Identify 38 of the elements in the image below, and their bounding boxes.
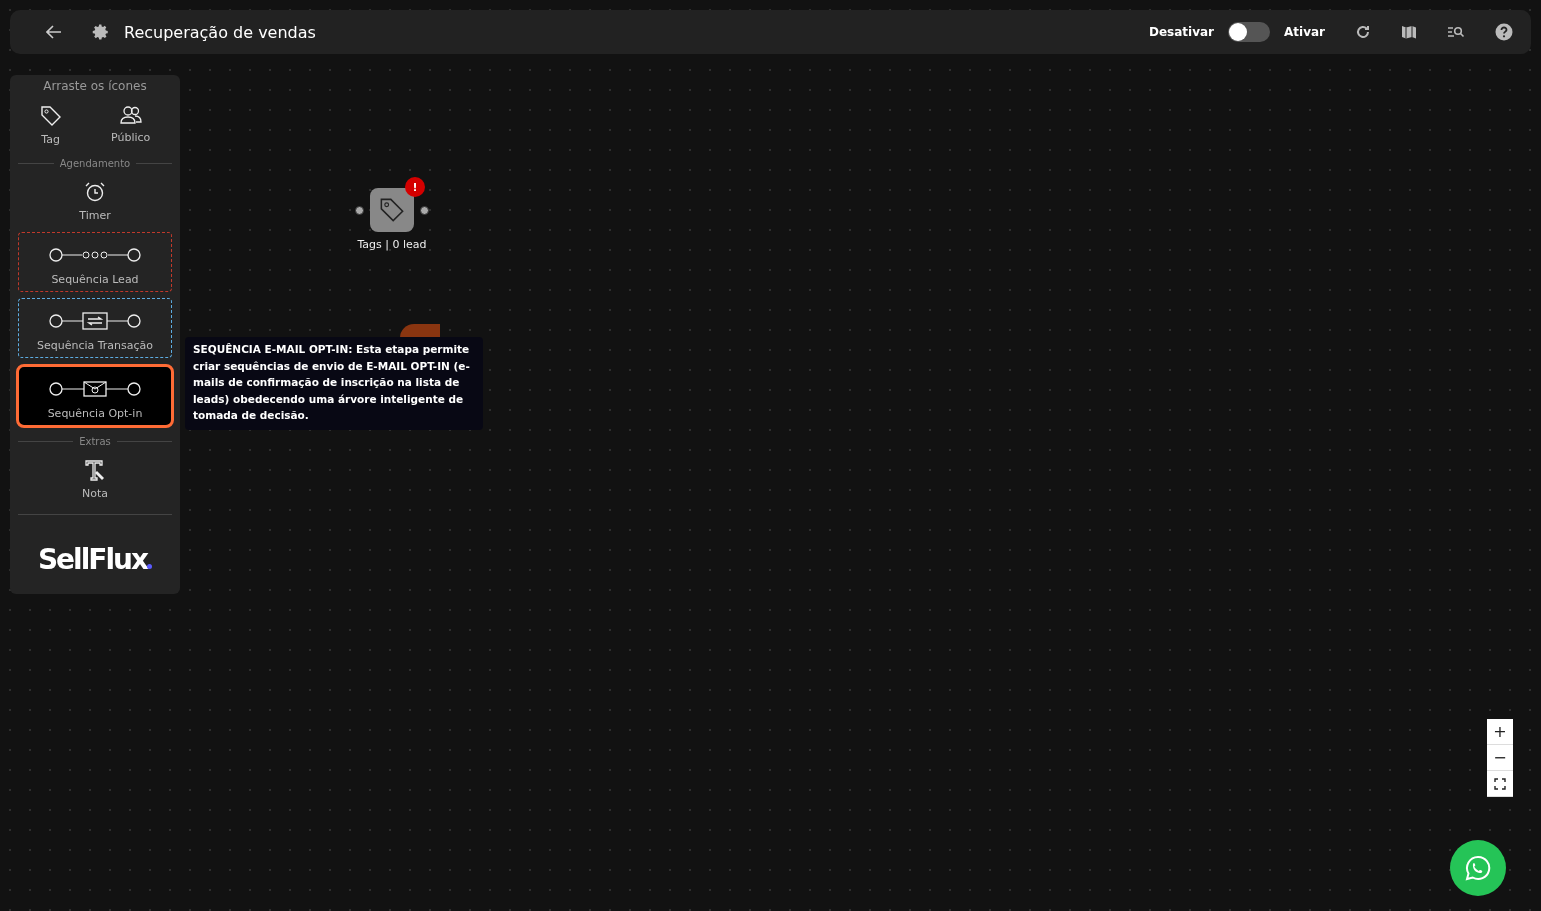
palette-tool[interactable]: Nota xyxy=(18,455,172,504)
tag-node[interactable] xyxy=(370,188,414,232)
map-icon[interactable] xyxy=(1401,24,1417,40)
fullscreen-icon xyxy=(1494,777,1506,790)
activation-toggle[interactable] xyxy=(1228,22,1270,42)
alarm-clock-icon xyxy=(84,181,106,203)
palette-hint: Arraste os ícones xyxy=(42,79,148,93)
tooltip: SEQUÊNCIA E-MAIL OPT-IN: Esta etapa permite criar sequências de envio de E-MAIL OPT-IN (e-mails de confirmação de inscrição na lista de leads) obedecendo uma árvore inteligente de tomada de decisão. xyxy=(185,337,483,430)
envelope-chain-icon xyxy=(49,379,141,399)
input-port[interactable] xyxy=(355,205,364,215)
help-icon[interactable] xyxy=(1495,23,1513,41)
flow-title: Recuperação de vendas xyxy=(124,22,316,42)
people-icon xyxy=(119,105,142,125)
back-arrow-icon[interactable] xyxy=(46,25,62,39)
text-pen-icon xyxy=(84,459,106,481)
search-list-icon[interactable] xyxy=(1447,25,1465,39)
palette-tool[interactable]: Tag xyxy=(35,101,66,150)
sequence-tool[interactable]: Sequência Transação xyxy=(18,298,172,358)
palette-tool[interactable]: Timer xyxy=(18,177,172,226)
section-title: Agendamento xyxy=(59,158,131,169)
error-badge: ! xyxy=(405,177,425,197)
deactivate-label: Desativar xyxy=(1149,25,1214,39)
tag-icon xyxy=(379,197,405,223)
output-port[interactable] xyxy=(420,205,429,215)
settings-icon[interactable] xyxy=(92,23,110,41)
brand-logo: SellFlux xyxy=(18,543,172,576)
dotted-chain-icon xyxy=(49,245,141,265)
section-title: Extras xyxy=(79,436,111,447)
sequence-tool[interactable]: Sequência Opt-in xyxy=(16,364,174,428)
palette-tool[interactable]: Público xyxy=(107,101,155,150)
refresh-icon[interactable] xyxy=(1355,24,1371,40)
sequence-tool[interactable]: Sequência Lead xyxy=(18,232,172,292)
whatsapp-button[interactable] xyxy=(1450,840,1506,896)
tag-icon xyxy=(39,105,62,127)
node-label: Tags | 0 lead xyxy=(357,238,427,251)
activate-label: Ativar xyxy=(1284,25,1325,39)
chat-phone-icon xyxy=(1465,855,1491,881)
exchange-chain-icon xyxy=(49,311,141,331)
